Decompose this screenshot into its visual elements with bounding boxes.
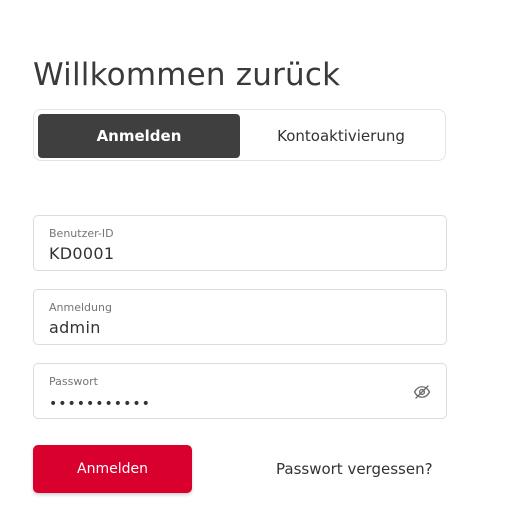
login-page: Willkommen zurück Anmelden Kontoaktivier… xyxy=(0,0,532,523)
user-id-label: Benutzer-ID xyxy=(49,227,114,240)
login-tabs: Anmelden Kontoaktivierung xyxy=(33,109,446,161)
eye-off-icon[interactable] xyxy=(413,383,431,401)
user-id-field[interactable]: Benutzer-ID KD0001 xyxy=(33,215,447,271)
password-value[interactable]: ••••••••••• xyxy=(49,394,151,414)
password-label: Passwort xyxy=(49,375,98,388)
login-submit-button[interactable]: Anmelden xyxy=(33,445,192,493)
page-title: Willkommen zurück xyxy=(33,57,341,93)
user-id-value[interactable]: KD0001 xyxy=(49,244,114,264)
login-label: Anmeldung xyxy=(49,301,112,314)
tab-anmelden[interactable]: Anmelden xyxy=(38,114,240,158)
forgot-password-link[interactable]: Passwort vergessen? xyxy=(276,459,433,479)
login-field[interactable]: Anmeldung admin xyxy=(33,289,447,345)
password-field[interactable]: Passwort ••••••••••• xyxy=(33,363,447,419)
tab-kontoaktivierung[interactable]: Kontoaktivierung xyxy=(240,114,442,158)
login-value[interactable]: admin xyxy=(49,318,101,338)
